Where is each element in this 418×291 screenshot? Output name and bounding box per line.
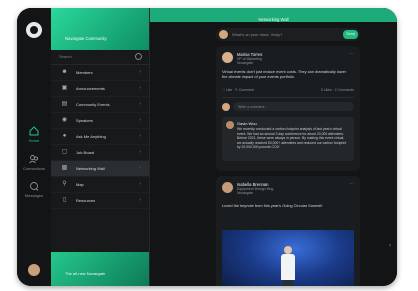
topbar: Networking Wall [150,8,397,22]
sidebar-item-job-board[interactable]: ▢ Job Board › [51,145,149,161]
sidebar-item-announcements[interactable]: ▣ Announcements › [51,81,149,97]
send-button[interactable]: Send [343,30,358,39]
comment-placeholder: Write a comment... [238,105,268,109]
chevron-right-icon: › [139,85,141,91]
rail-item-messages[interactable]: Messages [17,181,51,198]
sidebar-item-speakers[interactable]: ◉ Speakers › [51,113,149,129]
user-avatar[interactable] [28,264,40,276]
community-sidebar: Novargate Community Search ☻ Members › ▣ An… [51,8,150,286]
comment-box[interactable]: Write a comment... [222,102,354,112]
sidebar-item-label: Job Board [76,150,95,155]
messages-icon [30,182,39,191]
rail-item-home[interactable]: Home [17,126,51,143]
ama-icon: ● [62,133,67,139]
avatar [222,182,233,193]
post-text: Virtual events don't just reduce event c… [222,69,347,79]
rail-label-connections: Connections [22,166,46,171]
comment-label: Comment [238,88,254,92]
comment-author[interactable]: Gavin Wou [237,121,257,126]
sidebar-footer-banner[interactable]: The all-new Novargate [51,252,149,286]
avatar [219,30,228,39]
sidebar-item-label: Ask Me Anything [76,134,106,139]
like-button[interactable]: ♡ Like [222,88,232,92]
chevron-right-icon: › [139,149,141,155]
community-banner: Novargate Community [51,8,149,50]
search-icon [135,53,142,60]
sidebar-item-ask-me-anything[interactable]: ● Ask Me Anything › [51,129,149,145]
avatar [222,52,233,63]
members-icon: ☻ [61,69,68,75]
map-icon: ⚲ [62,181,67,187]
rail-item-connections[interactable]: Connections [17,154,51,171]
footer-title: The all-new Novargate [65,271,106,276]
announcements-icon: ▣ [61,85,68,91]
sidebar-item-map[interactable]: ⚲ Map › [51,177,149,193]
comment-input[interactable]: Write a comment... [233,102,354,111]
composer-input[interactable]: What's on your mind, Vicky? [232,32,282,37]
sidebar-item-label: Networking Wall [76,166,105,171]
post-counts: 5 Likes · 2 Comments [321,88,354,92]
resources-icon: ▯ [62,197,67,203]
feed-post: Marisa Torres VP of Marketing Novargate … [216,46,360,171]
feed-post: Isabella Brennan Equipment Design Mng No… [216,176,360,286]
comment-text: We recently conducted a carbon footprint… [237,127,347,149]
sidebar-item-label: Map [76,182,84,187]
chevron-right-icon: › [139,101,141,107]
comment-button[interactable]: ✎ Comment [235,88,254,92]
page-title: Networking Wall [258,17,289,22]
rail-label-messages: Messages [24,193,44,198]
community-name: Novargate Community [65,36,107,41]
divider [222,97,354,98]
speakers-icon: ◉ [61,117,68,123]
sidebar-item-resources[interactable]: ▯ Resources › [51,193,149,209]
sidebar-item-community-events[interactable]: ▤ Community Events › [51,97,149,113]
main-content: Networking Wall What's on your mind, Vic… [150,8,397,286]
sidebar-menu: ☻ Members › ▣ Announcements › ▤ Community Eve… [51,65,149,209]
sidebar-item-label: Resources [76,198,96,203]
more-options-icon[interactable]: ⋯ [349,181,354,187]
speaker-figure [284,246,292,254]
post-stats: ♡ Like ✎ Comment 5 Likes · 2 Comments [222,88,354,95]
more-options-icon[interactable]: ⋯ [349,51,354,57]
post-author-company: Novargate [237,61,254,65]
avatar [226,121,234,129]
sidebar-search-placeholder: Search [59,54,72,59]
post-text: Loved the keynote from this year's Going… [222,203,323,208]
post-image[interactable] [222,230,354,286]
speaker-figure-body [281,254,295,280]
likes-count: 5 Likes [321,88,332,92]
chevron-right-icon: › [139,165,141,171]
comments-count: 2 Comments [334,88,354,92]
chevron-right-icon: › [139,133,141,139]
post-author-company: Novargate [237,191,254,195]
avatar [222,103,230,111]
rail-label-home: Home [28,138,40,143]
app-window: Home Connections Messages Novargate Comm… [17,8,397,286]
chevron-right-icon: › [139,197,141,203]
chevron-right-icon: › [139,117,141,123]
sidebar-item-members[interactable]: ☻ Members › [51,65,149,81]
left-rail: Home Connections Messages [17,8,51,286]
sidebar-item-label: Speakers [76,118,93,123]
networking-icon: ▩ [61,165,68,171]
post-composer[interactable]: What's on your mind, Vicky? Send [216,28,360,41]
chevron-right-icon: › [139,69,141,75]
home-icon [29,126,39,136]
like-label: Like [225,88,233,92]
connections-icon [29,155,39,164]
sidebar-item-networking-wall[interactable]: ▩ Networking Wall › [51,161,149,177]
comment: Gavin Wou We recently conducted a carbon… [222,117,354,161]
calendar-icon: ▤ [61,101,68,107]
chevron-right-icon: › [139,181,141,187]
sidebar-item-label: Announcements [76,86,105,91]
job-board-icon: ▢ [61,149,68,155]
speaker-figure-legs [283,280,293,286]
sidebar-search[interactable]: Search [51,50,149,65]
sidebar-item-label: Community Events [76,102,110,107]
app-logo-icon[interactable] [26,22,42,38]
chevron-right-icon[interactable]: › [389,243,391,249]
sidebar-item-label: Members [76,70,93,75]
